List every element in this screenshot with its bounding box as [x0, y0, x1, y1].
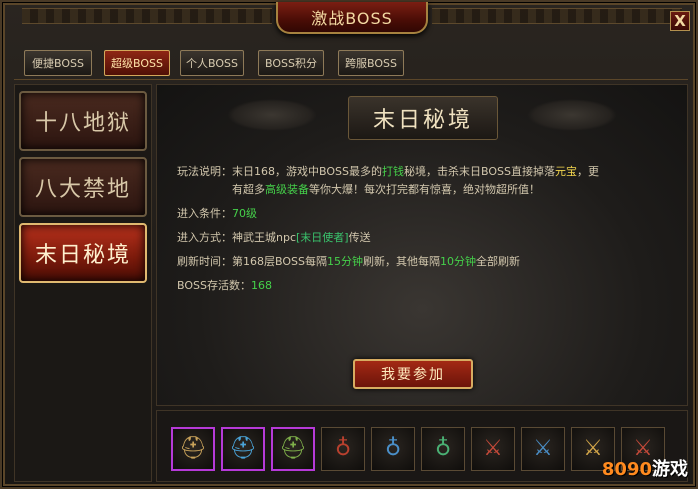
- method-text: 神武王城npc[末日使者]传送: [232, 229, 677, 247]
- tab-cross-server-boss[interactable]: 跨服BOSS: [338, 50, 404, 76]
- alive-label: BOSS存活数：: [177, 279, 251, 292]
- reward-slot[interactable]: ⛑: [171, 427, 215, 471]
- rules-highlight-equipment: 高级装备: [265, 183, 309, 196]
- necklace-icon: ♁: [384, 436, 402, 461]
- necklace-icon: ♁: [334, 436, 352, 461]
- site-watermark: 8090游戏: [602, 455, 688, 481]
- category-eighteen-hells[interactable]: 十八地狱: [19, 91, 147, 151]
- tab-boss-points[interactable]: BOSS积分: [258, 50, 324, 76]
- method-row: 进入方式： 神武王城npc[末日使者]传送: [177, 229, 677, 247]
- npc-link[interactable]: [末日使者]: [296, 231, 349, 244]
- rules-text: 末日168，游戏中BOSS最多的打钱秘境，击杀末日BOSS直接掉落元宝，更 有超…: [232, 163, 677, 199]
- rules-text-part: 有超多: [232, 183, 265, 196]
- helmet-icon: ⛑: [229, 436, 257, 461]
- realm-banner: 末日秘境: [157, 93, 689, 143]
- ring-icon: ⚔: [583, 436, 603, 461]
- realm-title: 末日秘境: [348, 96, 498, 140]
- reward-slot[interactable]: ⚔: [471, 427, 515, 471]
- reward-slot[interactable]: ♁: [371, 427, 415, 471]
- rules-text-part: 秘境，击杀末日BOSS直接掉落: [403, 165, 555, 178]
- alive-count: 168: [250, 279, 272, 292]
- bracelet-icon: ⚔: [483, 436, 503, 461]
- rules-highlight-money: 打钱: [381, 165, 404, 178]
- watermark-text: 游戏: [652, 459, 688, 480]
- window-title: 激战BOSS: [276, 2, 428, 34]
- refresh-row: 刷新时间： 第168层BOSS每隔15分钟刷新，其他每隔10分钟全部刷新: [177, 253, 677, 271]
- join-button[interactable]: 我要参加: [353, 359, 473, 389]
- refresh-interval-top: 15分钟: [326, 255, 363, 268]
- tab-quick-boss[interactable]: 便捷BOSS: [24, 50, 92, 76]
- rules-highlight-yuanbao: 元宝: [554, 165, 577, 178]
- alive-row: BOSS存活数： 168: [177, 277, 677, 295]
- boss-detail-panel: 末日秘境 玩法说明： 末日168，游戏中BOSS最多的打钱秘境，击杀末日BOSS…: [156, 84, 688, 406]
- title-ornament-left: [22, 8, 272, 24]
- tab-personal-boss[interactable]: 个人BOSS: [180, 50, 244, 76]
- method-text-part: 神武王城npc: [232, 231, 297, 244]
- realm-info: 玩法说明： 末日168，游戏中BOSS最多的打钱秘境，击杀末日BOSS直接掉落元…: [177, 163, 677, 301]
- rules-row: 玩法说明： 末日168，游戏中BOSS最多的打钱秘境，击杀末日BOSS直接掉落元…: [177, 163, 677, 199]
- rules-text-part: 末日168，游戏中BOSS最多的: [232, 165, 382, 178]
- refresh-text-part: 刷新，其他每隔: [362, 255, 440, 268]
- necklace-icon: ♁: [434, 436, 452, 461]
- category-doomsday-realm[interactable]: 末日秘境: [19, 223, 147, 283]
- condition-row: 进入条件： 70级: [177, 205, 677, 223]
- reward-slot[interactable]: ⛑: [271, 427, 315, 471]
- category-sidebar: 十八地狱 八大禁地 末日秘境: [14, 84, 152, 482]
- rules-label: 玩法说明：: [177, 165, 232, 178]
- reward-slot[interactable]: ⛑: [221, 427, 265, 471]
- title-ornament-right: [432, 8, 682, 24]
- watermark-number: 8090: [601, 459, 652, 480]
- rules-text-part: 等你大爆！每次打完都有惊喜，绝对物超所值！: [309, 183, 540, 196]
- method-label: 进入方式：: [177, 231, 232, 244]
- close-button[interactable]: X: [670, 11, 690, 31]
- condition-value: 70级: [232, 207, 257, 220]
- reward-slot[interactable]: ♁: [321, 427, 365, 471]
- refresh-interval-other: 10分钟: [439, 255, 476, 268]
- reward-slot[interactable]: ♁: [421, 427, 465, 471]
- helmet-icon: ⛑: [279, 436, 307, 461]
- category-eight-forbidden[interactable]: 八大禁地: [19, 157, 147, 217]
- condition-label: 进入条件：: [177, 207, 232, 220]
- refresh-text: 第168层BOSS每隔15分钟刷新，其他每隔10分钟全部刷新: [232, 253, 677, 271]
- rules-text-part: ，更: [576, 165, 599, 178]
- tab-bar: 便捷BOSS 超级BOSS 个人BOSS BOSS积分 跨服BOSS: [14, 44, 688, 80]
- refresh-label: 刷新时间：: [177, 255, 232, 268]
- refresh-text-part: 第168层BOSS每隔: [232, 255, 327, 268]
- refresh-text-part: 全部刷新: [475, 255, 520, 268]
- helmet-icon: ⛑: [179, 436, 207, 461]
- reward-slot[interactable]: ⚔: [521, 427, 565, 471]
- bracelet-icon: ⚔: [533, 436, 553, 461]
- method-text-part: 传送: [348, 231, 371, 244]
- tab-super-boss[interactable]: 超级BOSS: [104, 50, 170, 76]
- boss-window: 激战BOSS X 便捷BOSS 超级BOSS 个人BOSS BOSS积分 跨服B…: [0, 0, 698, 489]
